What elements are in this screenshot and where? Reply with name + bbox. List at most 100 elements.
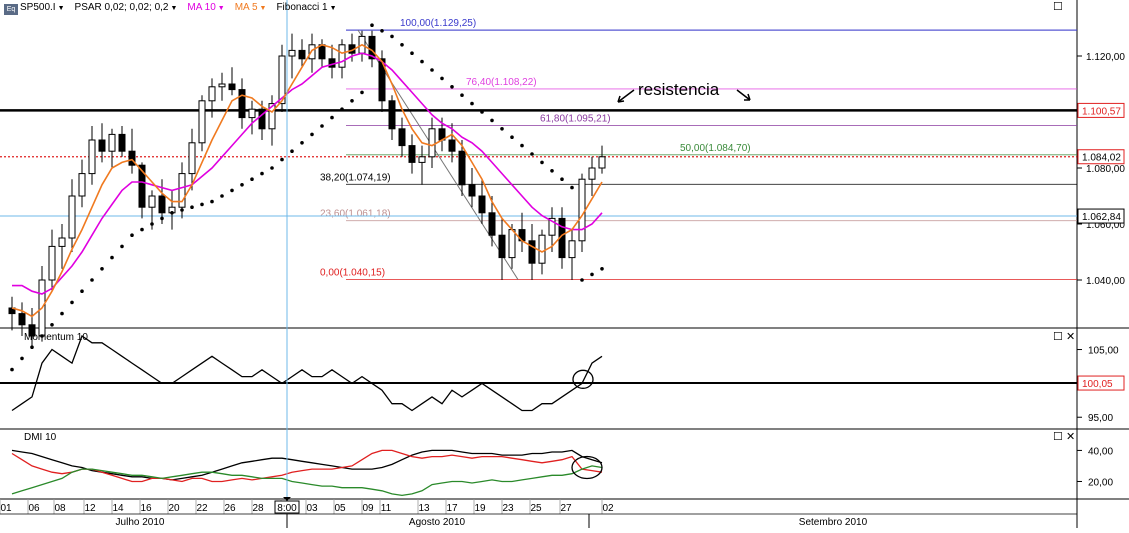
- candle-body: [228, 83, 236, 91]
- dmi-axis-label: 20,00: [1088, 477, 1113, 488]
- candle-body: [248, 108, 256, 119]
- chevron-down-icon: ▼: [329, 5, 337, 12]
- time-axis-day: 11: [381, 503, 392, 514]
- psar-dot: [120, 244, 124, 249]
- psar-dot: [590, 272, 594, 277]
- time-axis-day: 06: [28, 503, 40, 514]
- chevron-down-icon: ▼: [217, 5, 225, 12]
- psar-dot: [240, 183, 244, 187]
- psar-dot: [300, 141, 304, 145]
- maximize-price-pane-icon[interactable]: ☐: [1053, 2, 1063, 13]
- candle-body: [388, 100, 396, 130]
- time-axis-day: 17: [446, 503, 458, 514]
- resistance-price-badge: 1.100,57: [1082, 106, 1121, 117]
- psar-dot: [200, 202, 204, 207]
- ma10-selector[interactable]: MA 10 ▼: [187, 2, 224, 15]
- candle-body: [118, 133, 126, 152]
- psar-dot: [290, 149, 294, 153]
- psar-dot: [530, 152, 534, 156]
- time-axis-day: 28: [252, 503, 264, 514]
- psar-dot: [400, 43, 404, 47]
- psar-dot: [510, 135, 514, 139]
- psar-dot: [460, 93, 464, 97]
- psar-dot: [420, 59, 424, 64]
- psar-selector[interactable]: PSAR 0,02; 0,02; 0,2 ▼: [75, 2, 178, 15]
- psar-dot: [540, 160, 544, 165]
- psar-dot: [190, 205, 194, 209]
- psar-dot: [250, 177, 254, 181]
- psar-dot: [210, 199, 214, 204]
- momentum-badge: 100,05: [1082, 379, 1113, 390]
- momentum-title: Momentum 10: [24, 332, 88, 343]
- time-axis-day: 22: [196, 503, 208, 514]
- psar-dot: [50, 323, 54, 327]
- ma5-selector[interactable]: MA 5 ▼: [235, 2, 267, 15]
- psar-dot: [80, 289, 84, 294]
- psar-dot: [330, 115, 334, 120]
- time-axis-day: 14: [112, 503, 124, 514]
- equity-icon: Eq: [4, 4, 18, 15]
- psar-dot: [180, 208, 184, 212]
- fibonacci-level-label: 38,20(1.074,19): [320, 172, 391, 183]
- time-axis-day: 09: [362, 503, 374, 514]
- candle-body: [88, 139, 96, 175]
- candle-body: [298, 49, 306, 60]
- candle-body: [408, 145, 416, 163]
- time-axis-month: Setembro 2010: [799, 517, 868, 528]
- candle-body: [588, 167, 596, 180]
- psar-dot: [280, 157, 284, 162]
- maximize-momentum-pane-icon[interactable]: ☐: [1053, 332, 1063, 343]
- candle-body: [338, 44, 346, 68]
- ma5-label: MA 5: [234, 2, 258, 13]
- psar-dot: [310, 132, 314, 137]
- psar-dot: [20, 356, 24, 361]
- psar-dot: [340, 107, 344, 111]
- chevron-down-icon: ▼: [259, 5, 267, 12]
- time-axis-day: 05: [334, 503, 346, 514]
- fibonacci-level-label: 23,60(1.061,18): [320, 209, 391, 220]
- psar-dot: [260, 171, 264, 176]
- psar-dot: [100, 267, 104, 271]
- fibonacci-level-label: 50,00(1.084,70): [680, 143, 751, 154]
- psar-dot: [450, 85, 454, 89]
- candle-body: [158, 195, 166, 214]
- time-axis-day: 26: [224, 503, 236, 514]
- psar-dot: [60, 311, 64, 316]
- time-axis-day: 08: [54, 503, 66, 514]
- close-momentum-pane-icon[interactable]: ✕: [1066, 332, 1075, 343]
- price-axis-label: 1.040,00: [1086, 276, 1125, 287]
- psar-dot: [10, 367, 14, 372]
- psar-dot: [350, 99, 354, 103]
- chevron-down-icon: ▼: [170, 5, 178, 12]
- candle-body: [78, 173, 86, 197]
- psar-label: PSAR 0,02; 0,02; 0,2: [74, 2, 169, 13]
- candle-body: [208, 86, 216, 102]
- psar-dot: [490, 118, 494, 123]
- psar-dot: [130, 233, 134, 237]
- chart-window: 100,00(1.129,25) 76,40(1.108,22) 61,80(1.0…: [0, 0, 1129, 528]
- time-axis-day: 03: [306, 503, 318, 514]
- psar-dot: [550, 169, 554, 173]
- candle-body: [58, 237, 66, 247]
- time-axis-month: Agosto 2010: [409, 517, 466, 528]
- chevron-down-icon: ▼: [57, 5, 65, 12]
- fibonacci-label: Fibonacci 1: [276, 2, 328, 13]
- symbol-label: SP500.I: [20, 2, 56, 13]
- symbol-selector[interactable]: Eq SP500.I ▼: [4, 2, 65, 15]
- last-price-badge: 1.084,02: [1082, 153, 1121, 164]
- time-axis-day: 27: [560, 503, 572, 514]
- close-dmi-pane-icon[interactable]: ✕: [1066, 432, 1075, 443]
- candle-body: [148, 195, 156, 208]
- price-pane[interactable]: [0, 0, 1077, 328]
- candle-body: [218, 83, 226, 88]
- fibonacci-selector[interactable]: Fibonacci 1 ▼: [276, 2, 336, 15]
- candle-body: [398, 128, 406, 147]
- candle-body: [48, 245, 56, 281]
- psar-dot: [600, 267, 604, 271]
- time-axis-month: Julho 2010: [116, 517, 165, 528]
- maximize-dmi-pane-icon[interactable]: ☐: [1053, 432, 1063, 443]
- time-axis-day: 16: [140, 503, 152, 514]
- resistance-annotation: resistencia: [638, 80, 720, 99]
- psar-dot: [410, 51, 414, 55]
- indicator-toolbar: Eq SP500.I ▼ PSAR 0,02; 0,02; 0,2 ▼ MA 10 ▼ …: [4, 2, 347, 15]
